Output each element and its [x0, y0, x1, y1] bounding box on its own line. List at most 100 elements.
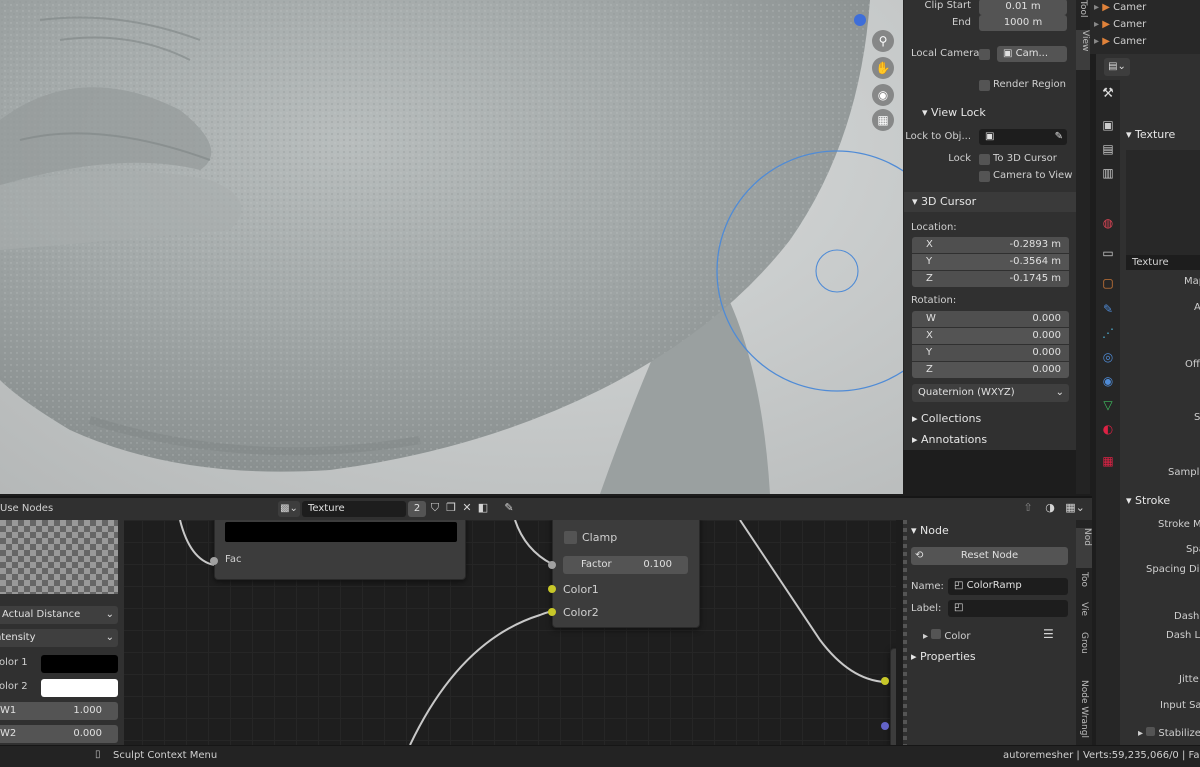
properties-section-header[interactable]: ▸ Properties: [911, 650, 976, 663]
tab-group[interactable]: Grou: [1079, 632, 1089, 654]
lock-to-object-field[interactable]: ▣ ✎: [979, 129, 1067, 145]
texture-icon[interactable]: ▦: [1100, 454, 1116, 470]
texture-browse-icon[interactable]: ▩⌄: [278, 501, 300, 517]
tab-view[interactable]: View: [1076, 30, 1090, 70]
rotation-x-field[interactable]: X 0.000: [912, 328, 1069, 344]
local-camera-field[interactable]: ▣ Cam...: [997, 46, 1067, 62]
texture-panel-header[interactable]: ▾ Texture: [1126, 128, 1175, 141]
rotation-w-field[interactable]: W 0.000: [912, 311, 1069, 327]
zoom-icon[interactable]: ⚲: [872, 30, 894, 52]
properties-tab-bar: ⚒ ▣ ▤ ▥ ◍ ▭ ▢ ✎ ⋰ ◎ ◉ ▽ ◐ ▦: [1096, 80, 1120, 745]
tab-tool[interactable]: Tool: [1078, 0, 1088, 17]
outliner-row[interactable]: ▸ ▶ Camer: [1090, 17, 1200, 33]
view-lock-header[interactable]: ▾ View Lock: [922, 106, 986, 119]
output-normal-socket[interactable]: [881, 722, 889, 730]
falloff-mode-dropdown[interactable]: Actual Distance ⌄: [0, 606, 118, 624]
unlink-close-icon[interactable]: ✕: [460, 501, 474, 517]
node-label-field[interactable]: ◰: [948, 600, 1068, 617]
pin-icon[interactable]: ✎: [502, 501, 516, 517]
location-z-field[interactable]: Z -0.1745 m: [912, 271, 1069, 287]
factor-input-socket[interactable]: [548, 561, 556, 569]
constraints-icon[interactable]: ◉: [1100, 374, 1116, 390]
stabilize-header[interactable]: ▸ Stabilize: [1138, 727, 1200, 739]
tab-tool[interactable]: Too: [1079, 572, 1089, 587]
duplicate-icon[interactable]: ❐: [444, 501, 458, 517]
snap-icon[interactable]: ◑: [1042, 501, 1058, 517]
to-3d-cursor-checkbox[interactable]: [979, 154, 990, 165]
pan-hand-icon[interactable]: ✋: [872, 57, 894, 79]
output-color-socket[interactable]: [881, 677, 889, 685]
editor-type-dropdown[interactable]: ▤⌄: [1104, 58, 1130, 76]
annotations-header[interactable]: ▸ Annotations: [904, 430, 1076, 450]
render-icon[interactable]: ▣: [1100, 118, 1116, 134]
color1-swatch[interactable]: [41, 655, 118, 673]
color-checkbox[interactable]: [931, 629, 942, 639]
collection-icon[interactable]: ▭: [1100, 246, 1116, 262]
node-output[interactable]: C: [890, 648, 896, 745]
render-region-checkbox[interactable]: [979, 80, 990, 91]
modifier-wrench-icon[interactable]: ✎: [1100, 302, 1116, 318]
factor-field[interactable]: Factor 0.100: [563, 556, 688, 574]
node-colorramp[interactable]: Fac: [210, 520, 466, 580]
location-x-field[interactable]: X -0.2893 m: [912, 237, 1069, 253]
camera-view-icon[interactable]: ◉: [872, 84, 894, 106]
clip-end-field[interactable]: 1000 m: [979, 15, 1067, 31]
node-editor-canvas[interactable]: Fac Clamp Factor 0.100 Color1 Color2 C: [120, 520, 896, 745]
view-layer-icon[interactable]: ▥: [1100, 166, 1116, 182]
collections-header[interactable]: ▸ Collections: [904, 409, 1076, 429]
tool-icon[interactable]: ⚒: [1100, 86, 1116, 102]
render-region-label: Render Region: [993, 79, 1067, 90]
object-icon[interactable]: ▢: [1100, 276, 1116, 292]
color2-swatch[interactable]: [41, 679, 118, 697]
toggle-icon[interactable]: ◧: [476, 501, 490, 517]
use-nodes-label[interactable]: Use Nodes: [0, 503, 53, 514]
tab-view[interactable]: Vie: [1079, 602, 1089, 616]
node-section-header[interactable]: ▾ Node: [911, 524, 949, 537]
node-name-field[interactable]: ◰ ColorRamp: [948, 578, 1068, 595]
color2-input-socket[interactable]: [548, 608, 556, 616]
list-icon[interactable]: ☰: [1043, 627, 1054, 641]
color1-input-socket[interactable]: [548, 585, 556, 593]
snap-element-icon[interactable]: ▦⌄: [1062, 501, 1088, 517]
reset-node-button[interactable]: ⟲ Reset Node: [911, 547, 1068, 565]
sculpt-viewport[interactable]: ⚲ ✋ ◉ ▦: [0, 0, 903, 494]
rotation-axis-label: X: [926, 330, 933, 341]
data-icon[interactable]: ▽: [1100, 398, 1116, 414]
eyedropper-icon[interactable]: ✎: [1055, 129, 1063, 145]
camera-to-view-checkbox[interactable]: [979, 171, 990, 182]
parent-node-tree-icon[interactable]: ⇧: [1020, 501, 1036, 517]
tab-node[interactable]: Nod: [1076, 528, 1092, 568]
location-y-field[interactable]: Y -0.3564 m: [912, 254, 1069, 270]
node-mix-rgb[interactable]: Clamp Factor 0.100 Color1 Color2: [548, 520, 700, 628]
texture-name-field[interactable]: Texture: [1126, 255, 1200, 270]
rotation-mode-dropdown[interactable]: Quaternion (WXYZ) ⌄: [912, 384, 1069, 402]
color-ramp-bar[interactable]: [225, 522, 457, 542]
clip-start-field[interactable]: 0.01 m: [979, 0, 1067, 15]
fac-input-socket[interactable]: [210, 557, 218, 565]
stabilize-checkbox[interactable]: [1146, 727, 1156, 736]
fake-user-shield-icon[interactable]: ⛉: [428, 501, 442, 517]
physics-icon[interactable]: ◎: [1100, 350, 1116, 366]
tab-node-wrangler[interactable]: Node Wrangl: [1079, 680, 1089, 738]
w1-field[interactable]: W1 1.000: [0, 702, 118, 720]
material-icon[interactable]: ◐: [1100, 422, 1116, 438]
clamp-checkbox[interactable]: [564, 531, 577, 544]
user-count[interactable]: 2: [408, 501, 426, 517]
outliner-row[interactable]: ▸ ▶ Camer: [1090, 34, 1200, 50]
color-subpanel[interactable]: ▸ Color: [923, 629, 971, 642]
panel-resize-edge[interactable]: [903, 520, 907, 745]
map-label: Map: [1184, 276, 1200, 287]
output-icon[interactable]: ▤: [1100, 142, 1116, 158]
particles-icon[interactable]: ⋰: [1100, 326, 1116, 342]
outliner-row[interactable]: ▸ ▶ Camer: [1090, 0, 1200, 16]
texture-datablock-field[interactable]: Texture: [302, 501, 406, 517]
ortho-grid-icon[interactable]: ▦: [872, 109, 894, 131]
rotation-y-field[interactable]: Y 0.000: [912, 345, 1069, 361]
local-camera-checkbox[interactable]: [979, 49, 990, 60]
3d-cursor-header[interactable]: ▾ 3D Cursor: [904, 192, 1076, 212]
w2-field[interactable]: W2 0.000: [0, 725, 118, 743]
rotation-z-field[interactable]: Z 0.000: [912, 362, 1069, 378]
world-icon[interactable]: ◍: [1100, 216, 1116, 232]
stroke-panel-header[interactable]: ▾ Stroke: [1126, 494, 1170, 507]
intensity-dropdown[interactable]: Intensity⌄: [0, 629, 118, 647]
